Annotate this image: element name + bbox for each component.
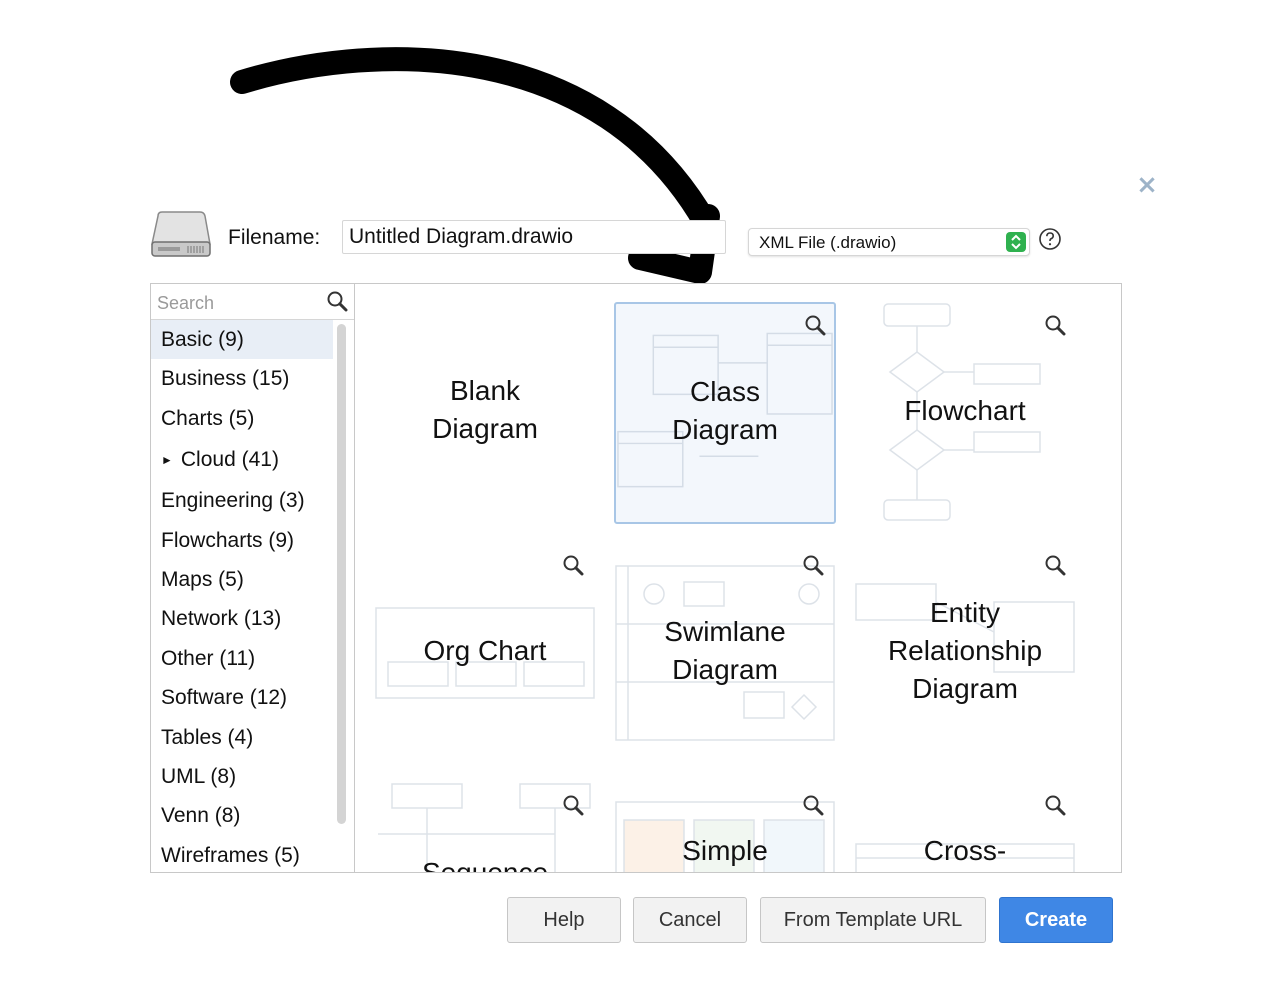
search-icon[interactable] xyxy=(326,290,348,312)
template-label: Diagram xyxy=(432,413,538,444)
template-blank-diagram[interactable]: Blank Diagram xyxy=(374,302,596,524)
category-basic[interactable]: Basic (9) xyxy=(151,320,333,360)
zoom-icon[interactable] xyxy=(804,314,826,336)
template-cross-functional[interactable]: Cross- xyxy=(854,782,1076,872)
filename-input[interactable] xyxy=(342,220,726,254)
category-engineering[interactable]: Engineering (3) xyxy=(151,481,333,520)
template-label: Diagram xyxy=(672,654,778,685)
format-select-value: XML File (.drawio) xyxy=(759,233,897,252)
search-input[interactable] xyxy=(151,284,333,322)
expand-triangle-icon[interactable]: ► xyxy=(161,453,173,467)
template-swimlane-diagram[interactable]: Swimlane Diagram xyxy=(614,542,836,764)
template-label: Diagram xyxy=(672,414,778,445)
template-label: Blank xyxy=(449,375,521,406)
category-maps[interactable]: Maps (5) xyxy=(151,560,333,599)
category-cloud[interactable]: ► Cloud (41) xyxy=(151,438,333,481)
zoom-icon[interactable] xyxy=(1044,794,1066,816)
template-label: Class xyxy=(689,376,760,407)
chevron-updown-icon xyxy=(1006,232,1026,252)
category-sidebar: Basic (9) Business (15) Charts (5) ► Clou… xyxy=(151,284,355,872)
template-grid: Blank Diagram Class Diagram Flowchart Or… xyxy=(356,284,1101,872)
close-icon[interactable]: × xyxy=(1136,172,1158,198)
drive-icon xyxy=(151,211,211,257)
zoom-icon[interactable] xyxy=(802,554,824,576)
category-cloud-label: Cloud (41) xyxy=(180,448,279,472)
filename-label: Filename: xyxy=(228,226,321,249)
template-simple[interactable]: Simple xyxy=(614,782,836,872)
category-charts[interactable]: Charts (5) xyxy=(151,399,333,438)
category-uml[interactable]: UML (8) xyxy=(151,757,333,796)
sidebar-scrollbar[interactable] xyxy=(337,324,346,824)
zoom-icon[interactable] xyxy=(562,554,584,576)
category-tables[interactable]: Tables (4) xyxy=(151,718,333,757)
search-box xyxy=(151,284,354,322)
cancel-button[interactable]: Cancel xyxy=(633,897,747,943)
from-template-url-button[interactable]: From Template URL xyxy=(760,897,986,943)
template-label: Sequence xyxy=(421,857,549,873)
format-select[interactable]: XML File (.drawio) xyxy=(748,228,1030,256)
create-button[interactable]: Create xyxy=(999,897,1113,943)
template-flowchart[interactable]: Flowchart xyxy=(854,302,1076,524)
template-label: Flowchart xyxy=(904,395,1026,426)
category-list: Basic (9) Business (15) Charts (5) ► Clou… xyxy=(151,320,333,872)
template-label: Cross- xyxy=(923,835,1007,866)
template-label: Swimlane xyxy=(664,616,786,647)
template-entity-relationship[interactable]: Entity Relationship Diagram xyxy=(854,542,1076,764)
template-sequence[interactable]: Sequence xyxy=(374,782,596,873)
zoom-icon[interactable] xyxy=(1044,554,1066,576)
category-software[interactable]: Software (12) xyxy=(151,678,333,717)
zoom-icon[interactable] xyxy=(562,794,584,816)
help-button[interactable]: Help xyxy=(507,897,621,943)
category-venn[interactable]: Venn (8) xyxy=(151,796,333,835)
category-flowcharts[interactable]: Flowcharts (9) xyxy=(151,521,333,560)
help-icon[interactable] xyxy=(1038,227,1062,251)
category-network[interactable]: Network (13) xyxy=(151,599,333,638)
template-class-diagram[interactable]: Class Diagram xyxy=(614,302,836,524)
template-label: Entity xyxy=(929,597,1001,628)
category-wireframes[interactable]: Wireframes (5) xyxy=(151,836,333,872)
zoom-icon[interactable] xyxy=(1044,314,1066,336)
template-label: Diagram xyxy=(912,673,1018,704)
category-business[interactable]: Business (15) xyxy=(151,359,333,398)
category-other[interactable]: Other (11) xyxy=(151,639,333,678)
template-org-chart[interactable]: Org Chart xyxy=(374,542,596,764)
template-label: Simple xyxy=(682,835,768,866)
template-label: Relationship xyxy=(887,635,1043,666)
template-label: Org Chart xyxy=(423,635,547,666)
template-panel: Basic (9) Business (15) Charts (5) ► Clou… xyxy=(150,283,1122,873)
zoom-icon[interactable] xyxy=(802,794,824,816)
